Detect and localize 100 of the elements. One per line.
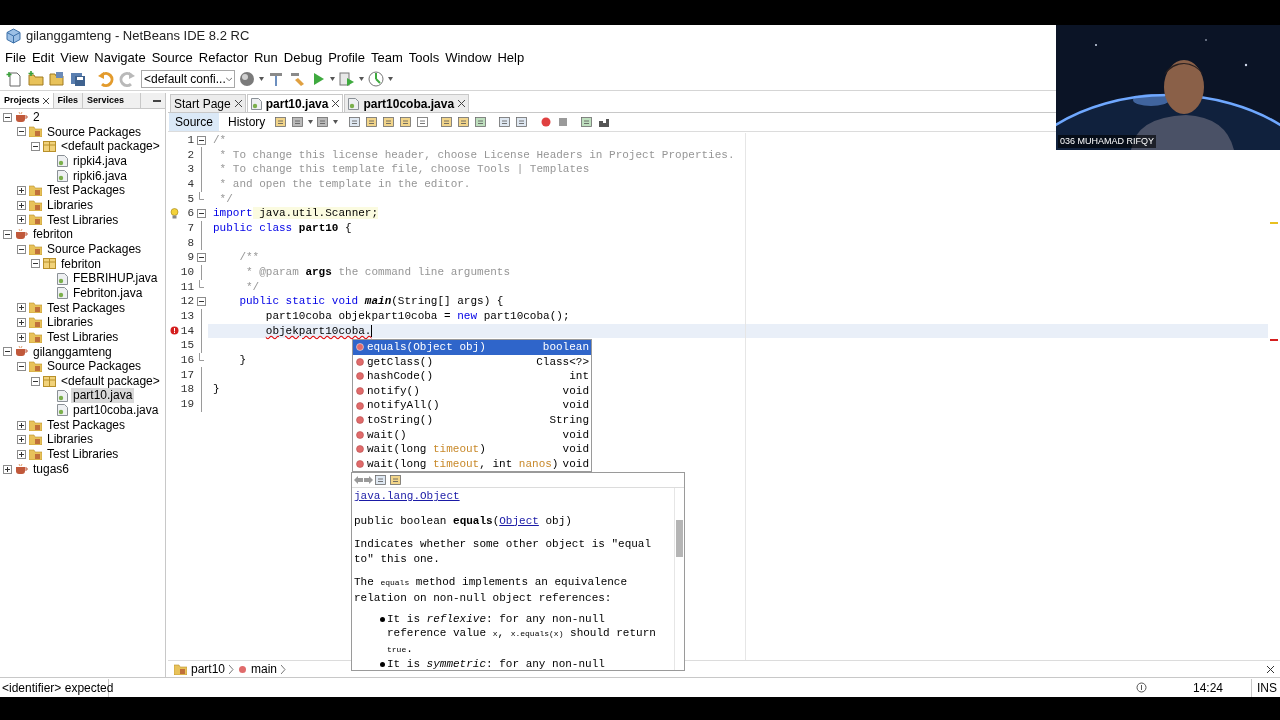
expand-toggle[interactable] — [17, 420, 26, 430]
document-icon[interactable] — [580, 115, 595, 129]
collapse-toggle[interactable] — [31, 376, 40, 386]
tree-item[interactable]: ripki6.java — [71, 168, 130, 184]
expand-toggle[interactable] — [17, 303, 26, 313]
breadcrumb[interactable]: part10 — [191, 660, 226, 678]
close-icon[interactable] — [458, 100, 466, 107]
collapse-toggle[interactable] — [17, 244, 26, 254]
collapse-toggle[interactable] — [196, 135, 206, 145]
close-icon[interactable] — [332, 100, 340, 107]
tree-item[interactable]: Febriton.java — [71, 285, 145, 301]
menu-item[interactable]: File — [2, 47, 29, 68]
collapse-toggle[interactable] — [31, 142, 40, 152]
lightbulb-icon[interactable] — [169, 208, 179, 220]
editor-tab[interactable]: part10.java — [246, 94, 344, 112]
tree-item[interactable]: Source Packages — [45, 359, 144, 374]
new-file-icon[interactable] — [6, 70, 24, 88]
document-icon[interactable] — [274, 115, 289, 129]
document-icon[interactable] — [365, 115, 380, 129]
error-icon[interactable] — [169, 326, 179, 336]
document-icon[interactable] — [498, 115, 513, 129]
new-folder-icon[interactable] — [27, 70, 45, 88]
completion-item[interactable]: getClass() Class<?> — [353, 354, 591, 370]
tree-item[interactable]: ripki4.java — [71, 153, 130, 169]
collapse-toggle[interactable] — [3, 230, 12, 240]
expand-toggle[interactable] — [17, 332, 26, 342]
tree-item[interactable]: febriton — [59, 256, 104, 272]
completion-item[interactable]: equals(Object obj) boolean — [353, 340, 591, 355]
document-icon[interactable] — [382, 115, 397, 129]
tree-item[interactable]: Libraries — [45, 197, 96, 213]
collapse-toggle[interactable] — [196, 297, 206, 307]
view-toggle-tab[interactable]: Source — [169, 113, 220, 131]
collapse-toggle[interactable] — [17, 362, 26, 371]
menu-item[interactable]: View — [57, 47, 92, 68]
collapse-toggle[interactable] — [3, 112, 12, 122]
expand-toggle[interactable] — [17, 200, 26, 210]
menu-item[interactable]: Window — [442, 47, 495, 68]
menu-item[interactable]: Run — [250, 47, 281, 68]
tree-item[interactable]: Libraries — [45, 315, 96, 330]
collapse-toggle[interactable] — [3, 347, 12, 357]
tree-item[interactable]: Test Packages — [45, 183, 128, 198]
tree-item[interactable]: Test Packages — [45, 417, 128, 433]
tree-item[interactable]: <default package> — [59, 139, 162, 154]
caret-icon[interactable] — [333, 120, 339, 124]
menu-item[interactable]: Navigate — [91, 47, 149, 68]
caret-icon[interactable] — [359, 77, 364, 81]
notification-icon[interactable] — [1135, 682, 1147, 693]
tree-item[interactable]: Test Packages — [45, 300, 128, 316]
class-link[interactable]: java.lang.Object — [354, 490, 460, 502]
close-icon[interactable] — [42, 97, 49, 104]
completion-item[interactable]: hashCode() int — [353, 369, 591, 384]
caret-icon[interactable] — [308, 120, 314, 124]
scrollbar-thumb[interactable] — [676, 520, 683, 557]
tree-item[interactable]: gilanggamteng — [31, 344, 114, 360]
document-icon[interactable] — [291, 115, 306, 129]
save-icon[interactable] — [69, 70, 87, 88]
tree-item[interactable]: Libraries — [45, 432, 96, 448]
panel-tab[interactable]: Projects — [0, 93, 54, 108]
completion-item[interactable]: toString() String — [353, 412, 591, 428]
completion-item[interactable]: wait() void — [353, 427, 591, 443]
forward-arrow-icon[interactable] — [364, 476, 373, 484]
expand-toggle[interactable] — [17, 435, 26, 445]
type-link[interactable]: Object — [499, 513, 539, 529]
document-icon[interactable] — [399, 115, 414, 129]
menu-item[interactable]: Edit — [28, 47, 58, 68]
tree-item[interactable]: tugas6 — [31, 461, 72, 477]
tree-item[interactable]: Test Libraries — [45, 212, 121, 228]
menu-item[interactable]: Tools — [405, 47, 443, 68]
editor-tab[interactable]: part10coba.java — [344, 94, 470, 112]
tree-item[interactable]: Test Libraries — [45, 329, 121, 345]
document-icon[interactable] — [440, 115, 455, 129]
tree-item[interactable]: Source Packages — [45, 124, 144, 140]
menu-item[interactable]: Team — [368, 47, 406, 68]
collapse-toggle[interactable] — [17, 127, 26, 137]
completion-item[interactable]: wait(long timeout) void — [353, 442, 591, 457]
tree-item[interactable]: FEBRIHUP.java — [71, 271, 160, 286]
configuration-dropdown[interactable]: <default confi... — [141, 70, 235, 88]
hammer-icon[interactable] — [267, 70, 285, 88]
collapse-toggle[interactable] — [196, 253, 206, 263]
tree-item[interactable]: Test Libraries — [45, 447, 121, 462]
document-icon[interactable] — [416, 115, 431, 129]
completion-item[interactable]: notify() void — [353, 383, 591, 399]
menu-item[interactable]: Help — [494, 47, 528, 68]
back-arrow-icon[interactable] — [354, 476, 363, 484]
tree-item[interactable]: <default package> — [59, 373, 162, 389]
caret-icon[interactable] — [388, 77, 393, 81]
collapse-toggle[interactable] — [196, 209, 206, 219]
tree-item[interactable]: Source Packages — [45, 241, 144, 257]
caret-icon[interactable] — [259, 77, 264, 81]
document-icon[interactable] — [316, 115, 331, 129]
document-icon[interactable] — [515, 115, 530, 129]
editor-tab[interactable]: Start Page — [170, 94, 246, 112]
document-icon[interactable] — [474, 115, 489, 129]
document-icon[interactable] — [457, 115, 472, 129]
completion-item[interactable]: notifyAll() void — [353, 398, 591, 413]
menu-item[interactable]: Source — [148, 47, 196, 68]
minimize-icon[interactable] — [153, 99, 161, 102]
menu-item[interactable]: Profile — [325, 47, 368, 68]
tree-item[interactable]: part10coba.java — [71, 403, 161, 418]
collapse-toggle[interactable] — [31, 259, 40, 269]
